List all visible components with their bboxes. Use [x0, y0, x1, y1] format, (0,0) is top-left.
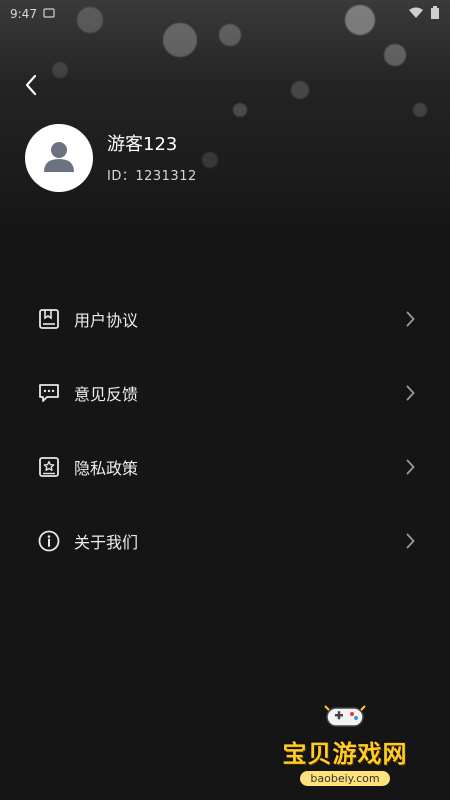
watermark-url: baobeiy.com	[300, 771, 390, 786]
profile-section: 游客123 ID：1231312	[25, 124, 197, 192]
menu-item-about-us[interactable]: 关于我们	[0, 504, 450, 578]
menu-item-label: 意见反馈	[74, 385, 139, 404]
chevron-right-icon	[404, 458, 416, 476]
menu-item-feedback[interactable]: 意见反馈	[0, 356, 450, 430]
status-bar: 9:47	[0, 0, 450, 28]
menu-item-label: 用户协议	[74, 311, 139, 330]
user-id: ID：1231312	[107, 168, 197, 184]
chevron-right-icon	[404, 532, 416, 550]
status-time: 9:47	[10, 7, 37, 21]
wifi-icon	[408, 7, 424, 22]
menu-item-user-agreement[interactable]: 用户协议	[0, 282, 450, 356]
chevron-left-icon	[24, 74, 38, 100]
chevron-right-icon	[404, 310, 416, 328]
document-icon	[36, 306, 62, 332]
watermark-title: 宝贝游戏网	[282, 740, 408, 768]
watermark-logo: 宝贝游戏网 baobeiy.com	[270, 696, 420, 786]
header-background	[0, 0, 450, 240]
settings-menu: 用户协议 意见反馈 隐私政策 关于我们	[0, 282, 450, 578]
info-icon	[36, 528, 62, 554]
menu-item-privacy-policy[interactable]: 隐私政策	[0, 430, 450, 504]
notification-icon	[43, 7, 55, 22]
avatar[interactable]	[25, 124, 93, 192]
menu-item-label: 隐私政策	[74, 459, 139, 478]
star-book-icon	[36, 454, 62, 480]
user-avatar-icon	[41, 138, 77, 178]
gamepad-icon	[323, 700, 367, 734]
chevron-right-icon	[404, 384, 416, 402]
menu-item-label: 关于我们	[74, 533, 139, 552]
message-icon	[36, 380, 62, 406]
username: 游客123	[107, 133, 178, 155]
battery-icon	[430, 5, 440, 23]
back-button[interactable]	[16, 72, 46, 102]
